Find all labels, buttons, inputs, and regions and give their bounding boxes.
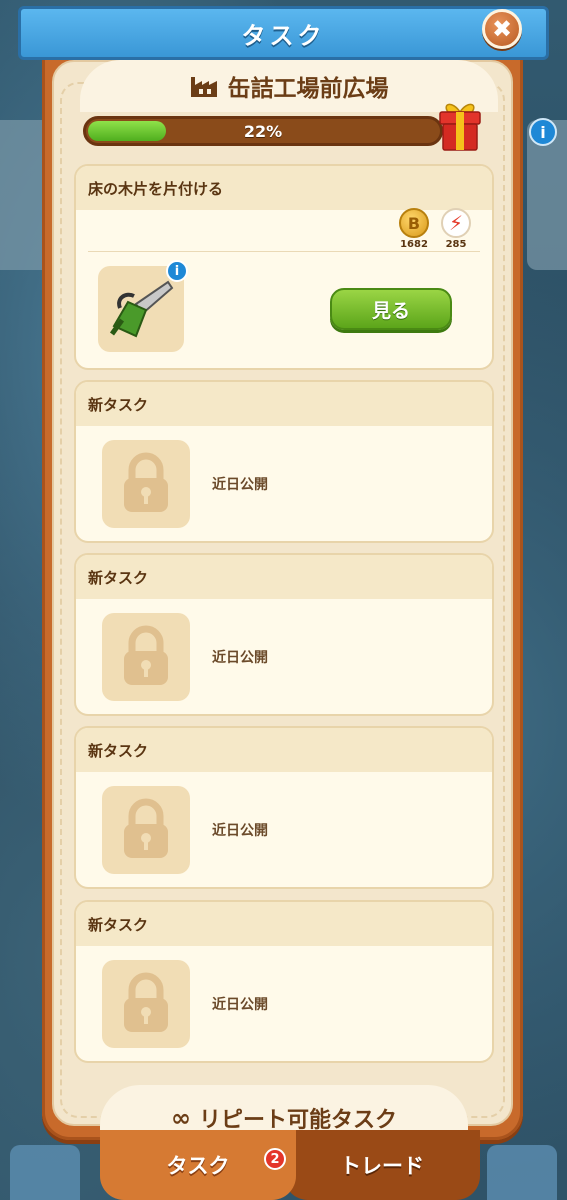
padlock-icon [124, 798, 168, 858]
task-rewards: B 1682 ⚡ 285 [396, 208, 474, 250]
repeatable-tasks-header[interactable]: ∞ リピート可能タスク [100, 1085, 468, 1135]
tab-trade-label: トレード [340, 1154, 424, 1178]
infinity-icon: ∞ [170, 1104, 191, 1132]
task-card-locked: 新タスク 近日公開 [74, 553, 494, 716]
bottom-tabs: タスク 2 トレード [100, 1130, 480, 1200]
background-list-button [487, 1145, 557, 1200]
close-button[interactable]: ✖ [482, 9, 522, 49]
tab-tasks-label: タスク [166, 1154, 230, 1178]
gift-box-icon[interactable] [436, 98, 484, 154]
lock-slot [102, 613, 190, 701]
task-title: 新タスク [76, 728, 492, 772]
task-title: 新タスク [76, 382, 492, 426]
padlock-icon [124, 452, 168, 512]
lock-slot [102, 786, 190, 874]
progress-bar: 22% [83, 116, 443, 146]
reward-energy: ⚡ 285 [438, 208, 474, 250]
progress-label: 22% [243, 121, 283, 141]
view-button[interactable]: 見る [330, 288, 452, 330]
lock-slot [102, 440, 190, 528]
chainsaw-icon [109, 280, 174, 338]
factory-icon [190, 77, 217, 97]
notification-badge: 2 [264, 1148, 286, 1170]
padlock-icon [124, 972, 168, 1032]
coming-soon-label: 近日公開 [212, 650, 268, 666]
task-title: 新タスク [76, 902, 492, 946]
task-card-locked: 新タスク 近日公開 [74, 900, 494, 1063]
page-title: タスク [241, 21, 326, 50]
coming-soon-label: 近日公開 [212, 477, 268, 493]
header-ribbon: タスク [7, 6, 560, 60]
coin-icon: B [399, 208, 429, 238]
task-card-locked: 新タスク 近日公開 [74, 380, 494, 543]
item-info-icon[interactable]: i [166, 260, 188, 282]
lock-slot [102, 960, 190, 1048]
padlock-icon [124, 625, 168, 685]
task-title: 新タスク [76, 555, 492, 599]
repeatable-tasks-label: リピート可能タスク [198, 1108, 397, 1133]
task-card-active: 床の木片を片付ける B 1682 ⚡ 285 i 見る [74, 164, 494, 370]
close-icon: ✖ [491, 15, 513, 43]
tab-trade[interactable]: トレード [284, 1130, 480, 1200]
reward-coins-amount: 1682 [400, 239, 428, 250]
reward-energy-amount: 285 [445, 239, 467, 250]
task-title: 床の木片を片付ける [76, 166, 492, 210]
location-name: 缶詰工場前広場 [227, 76, 389, 102]
task-card-locked: 新タスク 近日公開 [74, 726, 494, 889]
background-back-button [10, 1145, 80, 1200]
background-info-icon: i [529, 118, 557, 146]
energy-bolt-icon: ⚡ [441, 208, 471, 238]
coming-soon-label: 近日公開 [212, 997, 268, 1013]
coming-soon-label: 近日公開 [212, 823, 268, 839]
reward-coins: B 1682 [396, 208, 432, 250]
